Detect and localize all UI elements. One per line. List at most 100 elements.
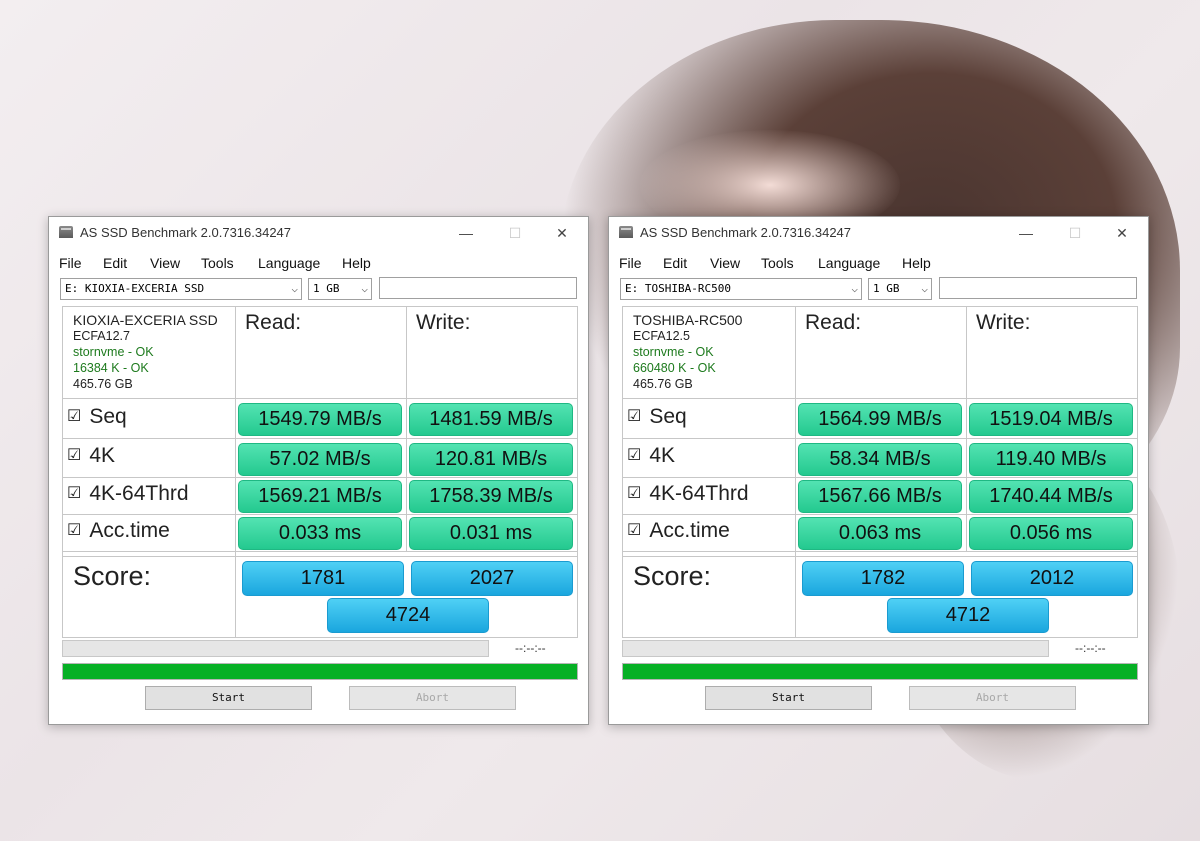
row-label: Seq	[89, 405, 127, 428]
drive-capacity: 465.76 GB	[633, 377, 693, 391]
close-icon[interactable]: ✕	[1112, 223, 1132, 243]
title-bar[interactable]: AS SSD Benchmark 2.0.7316.34247 — ☐ ✕	[609, 217, 1148, 249]
drive-capacity: 465.76 GB	[73, 377, 133, 391]
drive-select-value: E: KIOXIA-EXCERIA SSD	[65, 282, 205, 295]
size-select-value: 1 GB	[313, 282, 340, 295]
write-header: Write:	[976, 311, 1031, 334]
drive-info: KIOXIA-EXCERIA SSD ECFA12.7 stornvme - O…	[73, 312, 218, 392]
checkbox-checked-icon[interactable]: ☑	[627, 485, 641, 502]
chevron-down-icon: ⌵	[851, 282, 858, 295]
drive-select-value: E: TOSHIBA-RC500	[625, 282, 731, 295]
start-button[interactable]: Start	[145, 686, 312, 710]
row-acc-time[interactable]: ☑ Acc.time	[67, 519, 170, 543]
menu-language[interactable]: Language	[818, 255, 880, 271]
drive-app-icon	[619, 226, 633, 238]
row-label: Acc.time	[89, 519, 170, 542]
row-4k-64thrd[interactable]: ☑ 4K-64Thrd	[627, 482, 749, 506]
row-4k[interactable]: ☑ 4K	[627, 444, 675, 468]
minimize-icon[interactable]: —	[1016, 223, 1036, 243]
menu-file[interactable]: File	[619, 255, 642, 271]
maximize-icon[interactable]: ☐	[505, 223, 525, 243]
minimize-icon[interactable]: —	[456, 223, 476, 243]
overall-progress-bar	[62, 663, 578, 680]
checkbox-checked-icon[interactable]: ☑	[627, 522, 641, 539]
score-write: 2012	[971, 561, 1133, 596]
checkbox-checked-icon[interactable]: ☑	[67, 408, 81, 425]
elapsed-timer: --:--:--	[515, 641, 546, 655]
row-label: 4K-64Thrd	[649, 482, 749, 505]
title-bar[interactable]: AS SSD Benchmark 2.0.7316.34247 — ☐ ✕	[49, 217, 588, 249]
driver-status: stornvme - OK	[633, 345, 714, 359]
menu-edit[interactable]: Edit	[103, 255, 127, 271]
4k-write-result: 119.40 MB/s	[969, 443, 1133, 476]
window-title: AS SSD Benchmark 2.0.7316.34247	[640, 225, 852, 240]
text-field[interactable]	[939, 277, 1137, 299]
score-total: 4724	[327, 598, 489, 633]
checkbox-checked-icon[interactable]: ☑	[627, 447, 641, 464]
progress-fill	[623, 664, 1137, 679]
seq-read-result: 1549.79 MB/s	[238, 403, 402, 436]
4k64-read-result: 1569.21 MB/s	[238, 480, 402, 513]
4k64-write-result: 1758.39 MB/s	[409, 480, 573, 513]
benchmark-window-2: AS SSD Benchmark 2.0.7316.34247 — ☐ ✕ Fi…	[608, 216, 1149, 725]
checkbox-checked-icon[interactable]: ☑	[627, 408, 641, 425]
drive-select[interactable]: E: KIOXIA-EXCERIA SSD ⌵	[60, 278, 302, 300]
size-select[interactable]: 1 GB ⌵	[868, 278, 932, 300]
size-select-value: 1 GB	[873, 282, 900, 295]
acc-read-result: 0.063 ms	[798, 517, 962, 550]
menu-tools[interactable]: Tools	[201, 255, 234, 271]
close-icon[interactable]: ✕	[552, 223, 572, 243]
row-label: Acc.time	[649, 519, 730, 542]
start-button[interactable]: Start	[705, 686, 872, 710]
menu-file[interactable]: File	[59, 255, 82, 271]
test-progress-bar	[62, 640, 489, 657]
drive-select[interactable]: E: TOSHIBA-RC500 ⌵	[620, 278, 862, 300]
seq-write-result: 1519.04 MB/s	[969, 403, 1133, 436]
menu-language[interactable]: Language	[258, 255, 320, 271]
row-label: 4K	[649, 444, 676, 467]
row-seq[interactable]: ☑ Seq	[627, 405, 687, 429]
drive-app-icon	[59, 226, 73, 238]
row-seq[interactable]: ☑ Seq	[67, 405, 127, 429]
checkbox-checked-icon[interactable]: ☑	[67, 447, 81, 464]
elapsed-timer: --:--:--	[1075, 641, 1106, 655]
results-panel: TOSHIBA-RC500 ECFA12.5 stornvme - OK 660…	[622, 306, 1138, 638]
4k-read-result: 58.34 MB/s	[798, 443, 962, 476]
score-label: Score:	[73, 561, 152, 591]
progress-fill	[63, 664, 577, 679]
menu-view[interactable]: View	[150, 255, 180, 271]
4k64-read-result: 1567.66 MB/s	[798, 480, 962, 513]
acc-read-result: 0.033 ms	[238, 517, 402, 550]
text-field[interactable]	[379, 277, 577, 299]
menu-help[interactable]: Help	[342, 255, 371, 271]
maximize-icon[interactable]: ☐	[1065, 223, 1085, 243]
overall-progress-bar	[622, 663, 1138, 680]
chevron-down-icon: ⌵	[921, 282, 928, 295]
drive-name: KIOXIA-EXCERIA SSD	[73, 312, 218, 328]
alignment-status: 16384 K - OK	[73, 361, 149, 375]
4k-read-result: 57.02 MB/s	[238, 443, 402, 476]
size-select[interactable]: 1 GB ⌵	[308, 278, 372, 300]
window-title: AS SSD Benchmark 2.0.7316.34247	[80, 225, 292, 240]
abort-button[interactable]: Abort	[909, 686, 1076, 710]
seq-read-result: 1564.99 MB/s	[798, 403, 962, 436]
benchmark-window-1: AS SSD Benchmark 2.0.7316.34247 — ☐ ✕ Fi…	[48, 216, 589, 725]
checkbox-checked-icon[interactable]: ☑	[67, 485, 81, 502]
chevron-down-icon: ⌵	[361, 282, 368, 295]
4k-write-result: 120.81 MB/s	[409, 443, 573, 476]
menu-tools[interactable]: Tools	[761, 255, 794, 271]
read-header: Read:	[245, 311, 302, 334]
read-header: Read:	[805, 311, 862, 334]
abort-button[interactable]: Abort	[349, 686, 516, 710]
row-label: 4K	[89, 444, 116, 467]
menu-edit[interactable]: Edit	[663, 255, 687, 271]
firmware-version: ECFA12.5	[633, 329, 690, 343]
row-label: Seq	[649, 405, 687, 428]
menu-view[interactable]: View	[710, 255, 740, 271]
checkbox-checked-icon[interactable]: ☑	[67, 522, 81, 539]
row-4k[interactable]: ☑ 4K	[67, 444, 115, 468]
row-4k-64thrd[interactable]: ☑ 4K-64Thrd	[67, 482, 189, 506]
seq-write-result: 1481.59 MB/s	[409, 403, 573, 436]
row-acc-time[interactable]: ☑ Acc.time	[627, 519, 730, 543]
menu-help[interactable]: Help	[902, 255, 931, 271]
